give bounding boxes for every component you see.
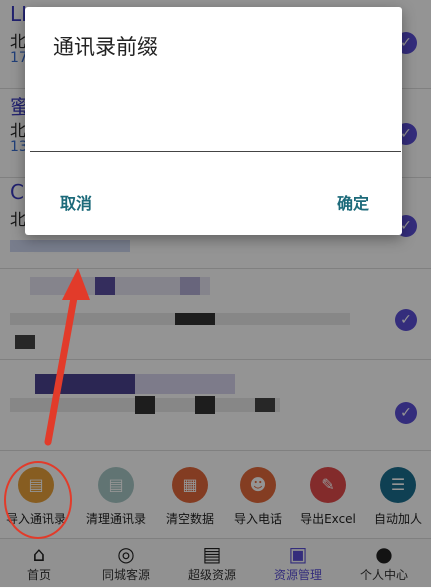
annotation-arrow [44,268,90,446]
